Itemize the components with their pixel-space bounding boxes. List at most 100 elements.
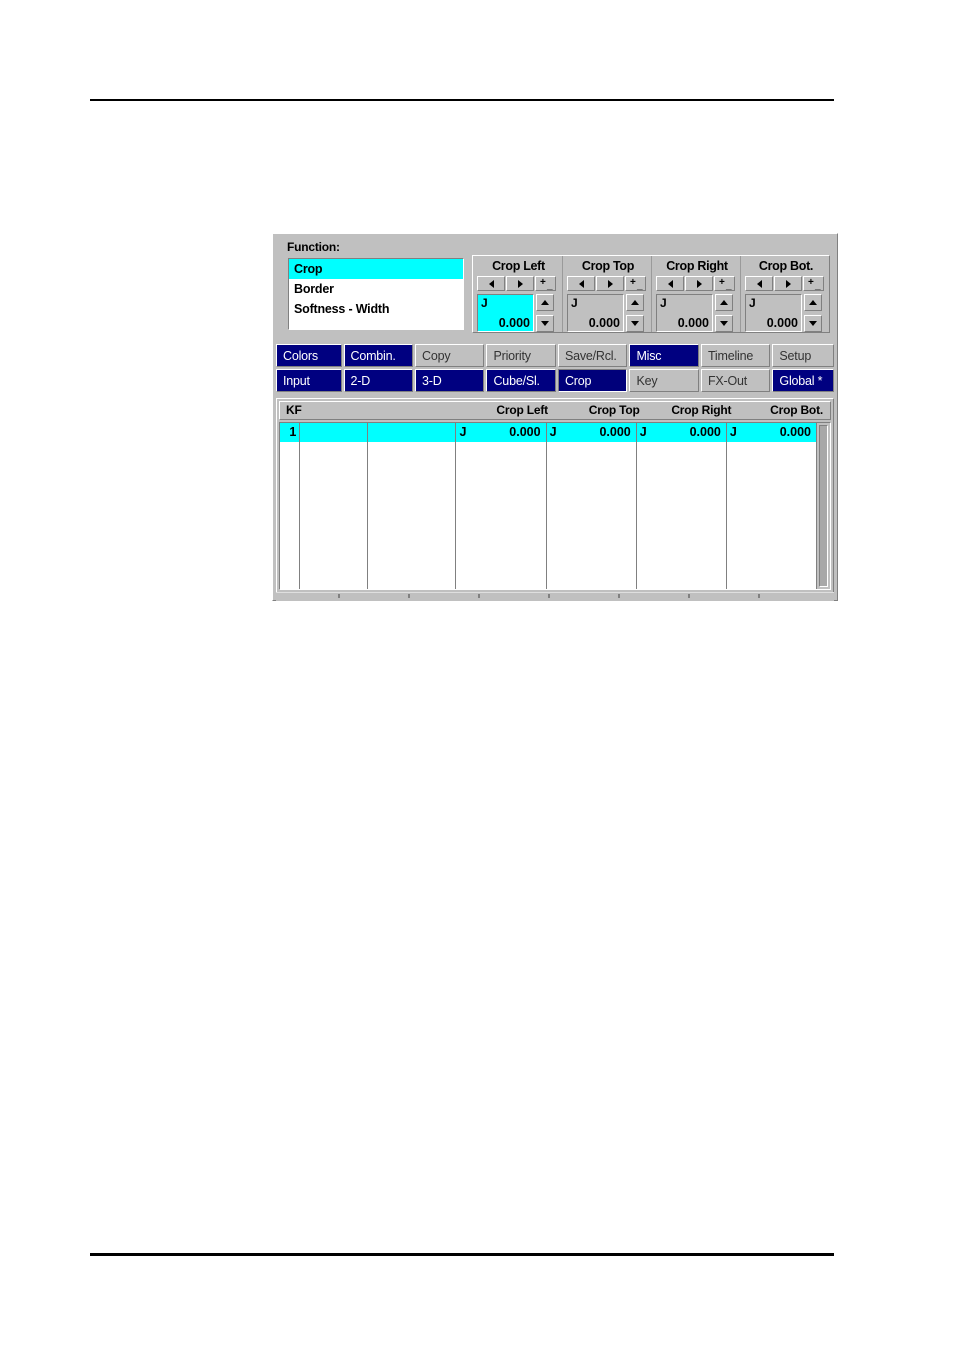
crop-right-plusminus-button[interactable]: + _	[714, 276, 735, 291]
tab-misc[interactable]: Misc	[629, 344, 699, 367]
crop-bottom-decrement-button[interactable]	[745, 276, 773, 291]
table-column-blank-1	[299, 423, 368, 589]
column-header-crop-top: Crop Top	[588, 403, 640, 417]
tab-2d[interactable]: 2-D	[343, 369, 413, 392]
minus-icon: _	[637, 280, 643, 291]
arrow-left-icon	[756, 279, 762, 288]
keyframe-table-grid: 1 J 0.000 J 0.000 J 0.000 J 0.000	[280, 423, 816, 589]
vertical-scrollbar[interactable]	[816, 423, 830, 589]
tab-cube-sl[interactable]: Cube/Sl.	[486, 369, 556, 392]
crop-top-plusminus-button[interactable]: + _	[625, 276, 646, 291]
table-column-crop-right: J 0.000	[635, 423, 726, 589]
arrow-down-icon	[809, 321, 817, 326]
spinner-crop-right-value-row: J 0.000	[656, 294, 738, 332]
crop-right-value-field[interactable]: J 0.000	[656, 294, 713, 332]
crop-top-decrement-button[interactable]	[567, 276, 595, 291]
plus-icon: +	[540, 277, 546, 288]
crop-settings-dialog: Function: Crop Border Softness - Width C…	[272, 233, 838, 601]
spinner-crop-bottom: Crop Bot. + _ J 0.000	[740, 256, 829, 332]
tab-fx-out[interactable]: FX-Out	[700, 369, 771, 392]
tab-key[interactable]: Key	[629, 369, 699, 392]
table-row[interactable]: J 0.000	[726, 423, 816, 442]
crop-left-value: 0.000	[498, 316, 530, 330]
table-column-kf-number: 1	[280, 423, 300, 589]
crop-bottom-plusminus-button[interactable]: + _	[803, 276, 824, 291]
tab-setup[interactable]: Setup	[772, 344, 834, 367]
arrow-up-icon	[720, 300, 728, 305]
crop-right-value-prefix: J	[660, 296, 667, 310]
column-header-crop-left: Crop Left	[496, 403, 548, 417]
crop-top-increment-button[interactable]	[596, 276, 624, 291]
table-column-crop-left: J 0.000	[455, 423, 546, 589]
crop-left-stepper	[536, 294, 554, 332]
function-list-item-border[interactable]: Border	[289, 279, 463, 299]
arrow-down-icon	[631, 321, 639, 326]
table-column-blank-2	[367, 423, 456, 589]
crop-left-decrement-button[interactable]	[477, 276, 505, 291]
function-listbox[interactable]: Crop Border Softness - Width	[288, 258, 464, 330]
crop-right-decrement-button[interactable]	[656, 276, 684, 291]
vertical-scrollbar-track[interactable]	[819, 425, 828, 587]
cell-crop-top-prefix: J	[549, 425, 557, 439]
crop-bottom-step-up-button[interactable]	[804, 294, 822, 311]
table-row[interactable]: J 0.000	[456, 423, 546, 442]
crop-top-step-down-button[interactable]	[626, 315, 644, 332]
tab-combin[interactable]: Combin.	[343, 344, 413, 367]
crop-right-increment-button[interactable]	[685, 276, 713, 291]
tab-priority[interactable]: Priority	[486, 344, 556, 367]
table-row[interactable]	[368, 423, 456, 442]
tab-global[interactable]: Global *	[772, 369, 834, 392]
crop-right-value: 0.000	[677, 316, 709, 330]
crop-right-step-down-button[interactable]	[715, 315, 733, 332]
spinner-crop-right: Crop Right + _ J 0.000	[651, 256, 740, 332]
arrow-up-icon	[809, 300, 817, 305]
tab-colors[interactable]: Colors	[276, 344, 342, 367]
tab-copy[interactable]: Copy	[415, 344, 485, 367]
scroll-tick	[688, 594, 690, 598]
tab-row-primary: Colors Combin. Copy Priority Save/Rcl. M…	[276, 344, 834, 367]
minus-icon: _	[726, 280, 732, 291]
crop-top-value-prefix: J	[571, 296, 578, 310]
crop-bottom-step-down-button[interactable]	[804, 315, 822, 332]
cell-crop-bot-value: 0.000	[779, 425, 811, 439]
crop-left-value-field[interactable]: J 0.000	[477, 294, 534, 332]
cell-crop-top-value: 0.000	[599, 425, 631, 439]
function-list-item-crop[interactable]: Crop	[289, 259, 463, 279]
table-row[interactable]: J 0.000	[636, 423, 726, 442]
crop-left-step-down-button[interactable]	[536, 315, 554, 332]
crop-bottom-increment-button[interactable]	[774, 276, 802, 291]
tab-bar: Colors Combin. Copy Priority Save/Rcl. M…	[276, 344, 834, 392]
tab-input[interactable]: Input	[276, 369, 342, 392]
table-row[interactable]	[300, 423, 368, 442]
tab-timeline[interactable]: Timeline	[700, 344, 771, 367]
crop-right-step-up-button[interactable]	[715, 294, 733, 311]
spinner-crop-left-value-row: J 0.000	[477, 294, 560, 332]
function-and-parameters-group: Function: Crop Border Softness - Width C…	[276, 237, 834, 337]
spinner-crop-top-buttons: + _	[567, 276, 649, 291]
keyframe-table-body[interactable]: 1 J 0.000 J 0.000 J 0.000 J 0.000	[279, 422, 831, 590]
crop-left-plusminus-button[interactable]: + _	[535, 276, 556, 291]
crop-left-step-up-button[interactable]	[536, 294, 554, 311]
arrow-right-icon	[696, 279, 702, 288]
parameter-spinner-bank: Crop Left + _ J 0.000 Crop Top + _ J 0.0…	[472, 255, 830, 333]
spinner-crop-top-value-row: J 0.000	[567, 294, 649, 332]
horizontal-scroll-strip[interactable]	[276, 592, 834, 601]
scroll-tick	[408, 594, 410, 598]
crop-top-value-field[interactable]: J 0.000	[567, 294, 624, 332]
arrow-left-icon	[488, 279, 494, 288]
tab-save-rcl[interactable]: Save/Rcl.	[557, 344, 628, 367]
table-row[interactable]: J 0.000	[546, 423, 636, 442]
table-row[interactable]: 1	[280, 423, 300, 442]
scroll-tick	[338, 594, 340, 598]
function-list-item-softness-width[interactable]: Softness - Width	[289, 299, 463, 319]
scroll-tick	[618, 594, 620, 598]
tab-3d[interactable]: 3-D	[415, 369, 485, 392]
cell-crop-left-prefix: J	[459, 425, 467, 439]
arrow-right-icon	[517, 279, 523, 288]
crop-bottom-value-field[interactable]: J 0.000	[745, 294, 802, 332]
crop-left-increment-button[interactable]	[506, 276, 534, 291]
arrow-left-icon	[578, 279, 584, 288]
plus-icon: +	[630, 277, 636, 288]
tab-crop[interactable]: Crop	[557, 369, 628, 392]
crop-top-step-up-button[interactable]	[626, 294, 644, 311]
